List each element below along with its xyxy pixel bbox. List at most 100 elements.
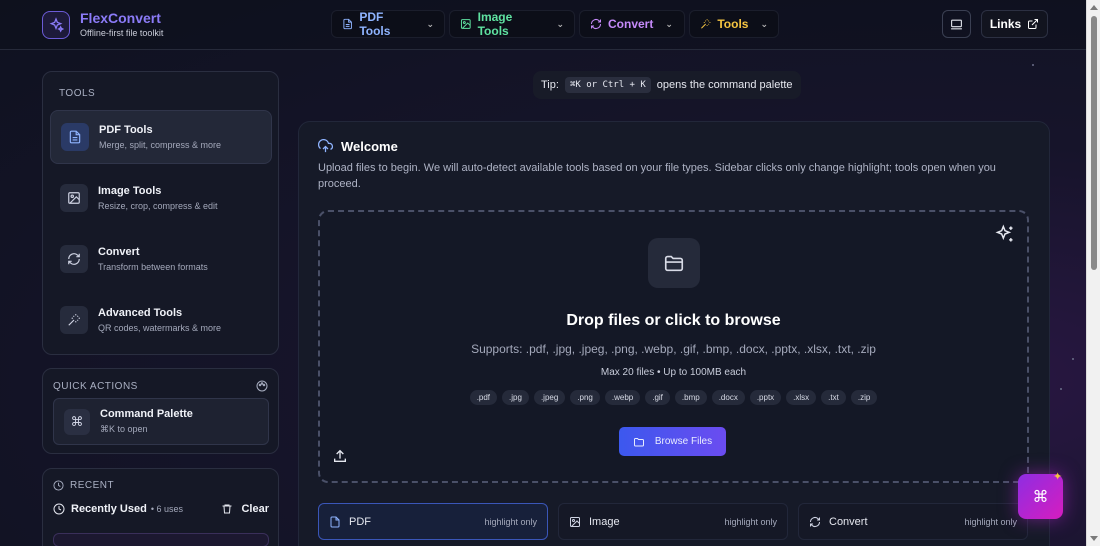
welcome-description: Upload files to begin. We will auto-dete… [318,162,996,190]
sidebar-item-desc: Transform between formats [98,261,208,272]
quick-actions-panel: QUICK ACTIONS ⌘ Command Palette ⌘K to op… [42,368,279,454]
trash-icon [222,504,232,514]
format-chip: .txt [821,390,846,405]
format-chip: .zip [850,390,878,405]
tip-prefix: Tip: [541,79,559,91]
recent-item[interactable] [53,533,269,546]
sparkles-icon [995,224,1015,249]
links-button[interactable]: Links [981,10,1048,38]
command-palette-button[interactable]: ⌘ Command Palette ⌘K to open [53,398,269,445]
monitor-icon [951,19,962,29]
tools-title: TOOLS [59,88,96,99]
clock-icon [53,503,65,515]
nav-tools-label: Tools [717,17,749,31]
welcome-title: Welcome [341,139,398,154]
palette-icon[interactable] [256,379,268,397]
nav-pdf-label: PDF Tools [359,10,391,38]
links-label: Links [989,17,1022,31]
category-image[interactable]: Image highlight only [558,503,788,540]
category-pdf[interactable]: PDF highlight only [318,503,548,540]
background-star [1060,388,1062,390]
page-scrollbar[interactable] [1086,0,1100,546]
nav-image-tools[interactable]: Image Tools ⌄ [449,10,575,38]
recent-header: RECENT [53,480,114,491]
category-label: PDF [349,515,371,528]
recent-count: • 6 uses [150,504,183,514]
folder-icon [648,238,700,288]
recently-used-row: Recently Used • 6 uses Clear [53,503,269,515]
refresh-icon [60,245,88,273]
format-chip: .jpg [502,390,529,405]
upload-icon[interactable] [332,448,348,469]
clock-icon [53,480,64,491]
sidebar-item-image-tools[interactable]: Image Tools Resize, crop, compress & edi… [50,171,272,225]
sidebar-item-desc: Resize, crop, compress & edit [98,200,218,211]
sparkle-icon: ✦ [1053,471,1063,483]
command-icon: ⌘ [64,408,90,435]
refresh-icon [810,516,820,527]
image-icon [460,19,471,29]
scroll-up-icon[interactable] [1090,5,1098,10]
format-chips: .pdf .jpg .jpeg .png .webp .gif .bmp .docx .pptx… [320,390,1027,405]
clear-label: Clear [241,503,269,515]
file-text-icon [330,516,340,527]
recent-title: RECENT [70,480,115,491]
tip-suffix: opens the command palette [656,79,793,91]
external-link-icon [1028,19,1039,29]
clear-recent-button[interactable]: Clear [221,503,269,515]
browse-files-button[interactable]: Browse Files [619,427,726,456]
scroll-down-icon[interactable] [1090,536,1098,541]
tools-panel: TOOLS PDF Tools Merge, split, compress &… [42,71,279,355]
dropzone-title: Drop files or click to browse [566,312,781,329]
scrollbar-thumb[interactable] [1091,16,1097,270]
image-icon [570,516,580,527]
nav-image-label: Image Tools [477,10,513,38]
sidebar-item-label: Convert [98,245,140,258]
category-row: PDF highlight only Image highlight only … [318,503,1028,540]
sidebar-item-label: PDF Tools [99,123,153,136]
theme-monitor-button[interactable] [942,10,971,38]
format-chip: .png [570,390,600,405]
format-chip: .xlsx [786,390,817,405]
format-chip: .docx [711,390,745,405]
tip-shortcut: ⌘K or Ctrl + K [564,77,651,93]
chevron-down-icon: ⌄ [556,18,564,29]
sidebar-item-advanced-tools[interactable]: Advanced Tools QR codes, watermarks & mo… [50,293,272,347]
supported-formats: Supports: .pdf, .jpg, .jpeg, .png, .webp… [471,342,876,356]
nav-tools[interactable]: Tools ⌄ [689,10,779,38]
command-palette-hint: ⌘K to open [100,424,148,434]
quick-actions-title: QUICK ACTIONS [53,381,138,392]
welcome-header: Welcome [318,139,398,154]
chevron-down-icon: ⌄ [665,18,673,29]
file-dropzone[interactable]: Drop files or click to browse Supports: … [318,210,1029,483]
main-card: Welcome Upload files to begin. We will a… [298,121,1050,546]
sidebar-item-pdf-tools[interactable]: PDF Tools Merge, split, compress & more [50,110,272,164]
brand-name: FlexConvert [80,10,161,26]
format-chip: .bmp [674,390,707,405]
file-text-icon [61,123,89,151]
category-hint: highlight only [724,516,777,527]
chevron-down-icon: ⌄ [760,18,768,29]
command-tip: Tip: ⌘K or Ctrl + K opens the command pa… [533,71,801,99]
category-convert[interactable]: Convert highlight only [798,503,1028,540]
sidebar-item-convert[interactable]: Convert Transform between formats [50,232,272,286]
nav-convert[interactable]: Convert ⌄ [579,10,685,38]
brand-tagline: Offline-first file toolkit [80,28,164,38]
top-nav: PDF Tools ⌄ Image Tools ⌄ Convert ⌄ Tool… [331,10,779,38]
recently-used-title: Recently Used [71,503,147,515]
browse-label: Browse Files [654,436,713,447]
sidebar-item-label: Image Tools [98,184,162,197]
file-text-icon [343,18,352,30]
nav-pdf-tools[interactable]: PDF Tools ⌄ [331,10,445,38]
chevron-down-icon: ⌄ [426,18,434,29]
brand[interactable]: FlexConvert Offline-first file toolkit [42,10,163,40]
sidebar-item-desc: QR codes, watermarks & more [98,322,222,333]
refresh-icon [591,19,601,29]
command-palette-title: Command Palette [100,408,193,420]
app-header: FlexConvert Offline-first file toolkit P… [0,0,1086,50]
format-chip: .pptx [749,390,782,405]
format-chip: .gif [645,390,670,405]
folder-open-icon [633,437,644,446]
category-hint: highlight only [484,516,537,527]
format-chip: .pdf [469,390,498,405]
